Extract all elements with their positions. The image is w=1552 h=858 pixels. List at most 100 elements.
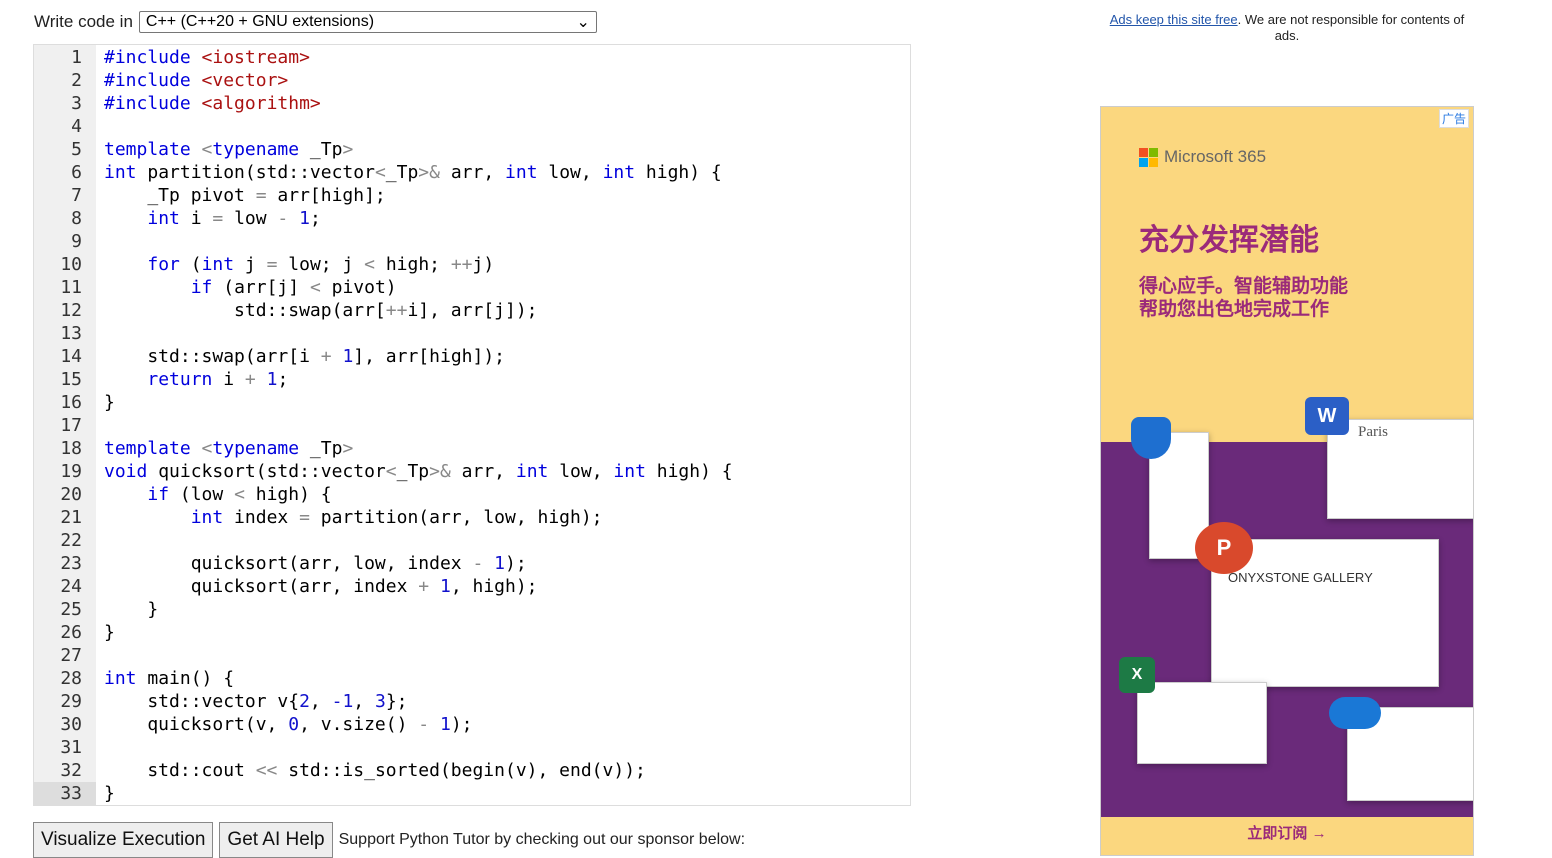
code-line[interactable]: 26} xyxy=(34,621,910,644)
code-token: < xyxy=(201,139,213,160)
code-line[interactable]: 29 std::vector v{2, -1, 3}; xyxy=(34,690,910,713)
code-token: <algorithm> xyxy=(201,93,321,114)
code-token: for xyxy=(147,254,180,275)
powerpoint-icon: P xyxy=(1195,522,1253,574)
visualize-execution-button[interactable]: Visualize Execution xyxy=(33,822,214,858)
language-label: Write code in xyxy=(34,12,133,31)
code-line[interactable]: 3 #include <algorithm> xyxy=(34,92,910,115)
code-line[interactable]: 28 int main() { xyxy=(34,667,910,690)
code-line[interactable]: 15 return i + 1; xyxy=(34,368,910,391)
code-token: std::is_sorted(begin(v), end(v)); xyxy=(277,760,646,781)
code-line[interactable]: 20 if (low < high) { xyxy=(34,483,910,506)
code-text: if (arr[j] < pivot) xyxy=(104,276,397,299)
code-token: ++ xyxy=(450,254,473,275)
code-line[interactable]: 11 if (arr[j] < pivot) xyxy=(34,276,910,299)
code-token: ); xyxy=(505,553,527,574)
code-token: i], arr[j]); xyxy=(407,300,538,321)
code-token: , xyxy=(309,691,332,712)
code-token: high) { xyxy=(244,484,332,505)
code-line[interactable]: 12 std::swap(arr[++i], arr[j]); xyxy=(34,299,910,322)
code-line[interactable]: 24 quicksort(arr, index + 1, high); xyxy=(34,575,910,598)
code-token: std::swap(arr[ xyxy=(104,300,386,321)
code-token: ; xyxy=(277,369,289,390)
code-line[interactable]: 22 xyxy=(34,529,910,552)
code-token: index xyxy=(223,507,300,528)
code-token: = xyxy=(212,208,224,229)
code-text: template <typename _Tp> xyxy=(104,138,353,161)
code-token: return xyxy=(147,369,213,390)
code-text: if (low < high) { xyxy=(104,483,332,506)
advertisement[interactable]: 广告 Microsoft 365 充分发挥潜能 得心应手。智能辅助功能 帮助您出色… xyxy=(1100,106,1474,856)
code-token: ; xyxy=(309,208,321,229)
code-token: ( xyxy=(179,254,202,275)
code-text: int partition(std::vector<_Tp>& arr, int… xyxy=(104,161,722,184)
code-token: > xyxy=(342,139,354,160)
code-line[interactable]: 6 int partition(std::vector<_Tp>& arr, in… xyxy=(34,161,910,184)
code-text: #include <vector> xyxy=(104,69,288,92)
code-token: + xyxy=(320,346,332,367)
word-icon: W xyxy=(1305,397,1349,435)
code-token: -1 xyxy=(331,691,354,712)
code-line[interactable]: 31 xyxy=(34,736,910,759)
language-select[interactable]: C++ (C++20 + GNU extensions) ⌄ xyxy=(138,11,597,33)
code-line[interactable]: 9 xyxy=(34,230,910,253)
code-line[interactable]: 13 xyxy=(34,322,910,345)
code-text: template <typename _Tp> xyxy=(104,437,353,460)
code-token: 1 xyxy=(342,346,354,367)
code-token: < xyxy=(364,254,375,275)
line-number: 21 xyxy=(60,507,82,528)
code-line[interactable]: 32 std::cout << std::is_sorted(begin(v),… xyxy=(34,759,910,782)
line-number: 28 xyxy=(60,668,82,689)
code-line[interactable]: 27 xyxy=(34,644,910,667)
get-ai-help-button[interactable]: Get AI Help xyxy=(219,822,333,858)
code-line[interactable]: 5 template <typename _Tp> xyxy=(34,138,910,161)
code-line[interactable]: 17 xyxy=(34,414,910,437)
code-text: } xyxy=(104,782,115,805)
code-token: int xyxy=(147,208,180,229)
code-line[interactable]: 7 _Tp pivot = arr[high]; xyxy=(34,184,910,207)
code-token: low, xyxy=(537,162,603,183)
code-line[interactable]: 1 #include <iostream> xyxy=(34,46,910,69)
code-line[interactable]: 23 quicksort(arr, low, index - 1); xyxy=(34,552,910,575)
line-number: 31 xyxy=(60,737,82,758)
line-number: 8 xyxy=(71,208,82,229)
code-line[interactable]: 8 int i = low - 1; xyxy=(34,207,910,230)
code-line[interactable]: 10 for (int j = low; j < high; ++j) xyxy=(34,253,910,276)
code-line[interactable]: 30 quicksort(v, 0, v.size() - 1); xyxy=(34,713,910,736)
code-token: low xyxy=(223,208,278,229)
code-line[interactable]: 18 template <typename _Tp> xyxy=(34,437,910,460)
code-line[interactable]: 16} xyxy=(34,391,910,414)
subscribe-button[interactable]: 立即订阅 → xyxy=(1101,813,1473,855)
line-number: 9 xyxy=(71,231,82,252)
code-token: _Tp xyxy=(299,139,343,160)
ads-info-link[interactable]: Ads keep this site free xyxy=(1110,12,1238,27)
code-line[interactable]: 14 std::swap(arr[i + 1], arr[high]); xyxy=(34,345,910,368)
line-number: 1 xyxy=(71,47,82,68)
code-line[interactable]: 4 xyxy=(34,115,910,138)
code-line[interactable]: 19 void quicksort(std::vector<_Tp>& arr, … xyxy=(34,460,910,483)
code-text: quicksort(arr, index + 1, high); xyxy=(104,575,538,598)
code-line[interactable]: 21 int index = partition(arr, low, high)… xyxy=(34,506,910,529)
code-editor[interactable]: 1 #include <iostream> 2 #include <vector> 3 #… xyxy=(33,44,911,806)
code-token: < xyxy=(385,461,397,482)
code-text: for (int j = low; j < high; ++j) xyxy=(104,253,494,276)
code-token: partition(std::vector xyxy=(136,162,375,183)
code-token: <iostream> xyxy=(201,47,310,68)
chevron-down-icon: ⌄ xyxy=(576,14,590,31)
code-text: return i + 1; xyxy=(104,368,288,391)
ad-label[interactable]: 广告 xyxy=(1438,109,1469,128)
code-line[interactable]: 33} xyxy=(34,782,910,805)
code-line[interactable]: 25 } xyxy=(34,598,910,621)
line-number: 17 xyxy=(60,415,82,436)
line-number: 2 xyxy=(71,70,82,91)
line-number: 33 xyxy=(34,782,96,805)
line-number: 22 xyxy=(60,530,82,551)
code-line[interactable]: 2 #include <vector> xyxy=(34,69,910,92)
code-text: } xyxy=(104,391,115,414)
code-token: int xyxy=(602,162,636,183)
code-token: void xyxy=(104,461,148,482)
